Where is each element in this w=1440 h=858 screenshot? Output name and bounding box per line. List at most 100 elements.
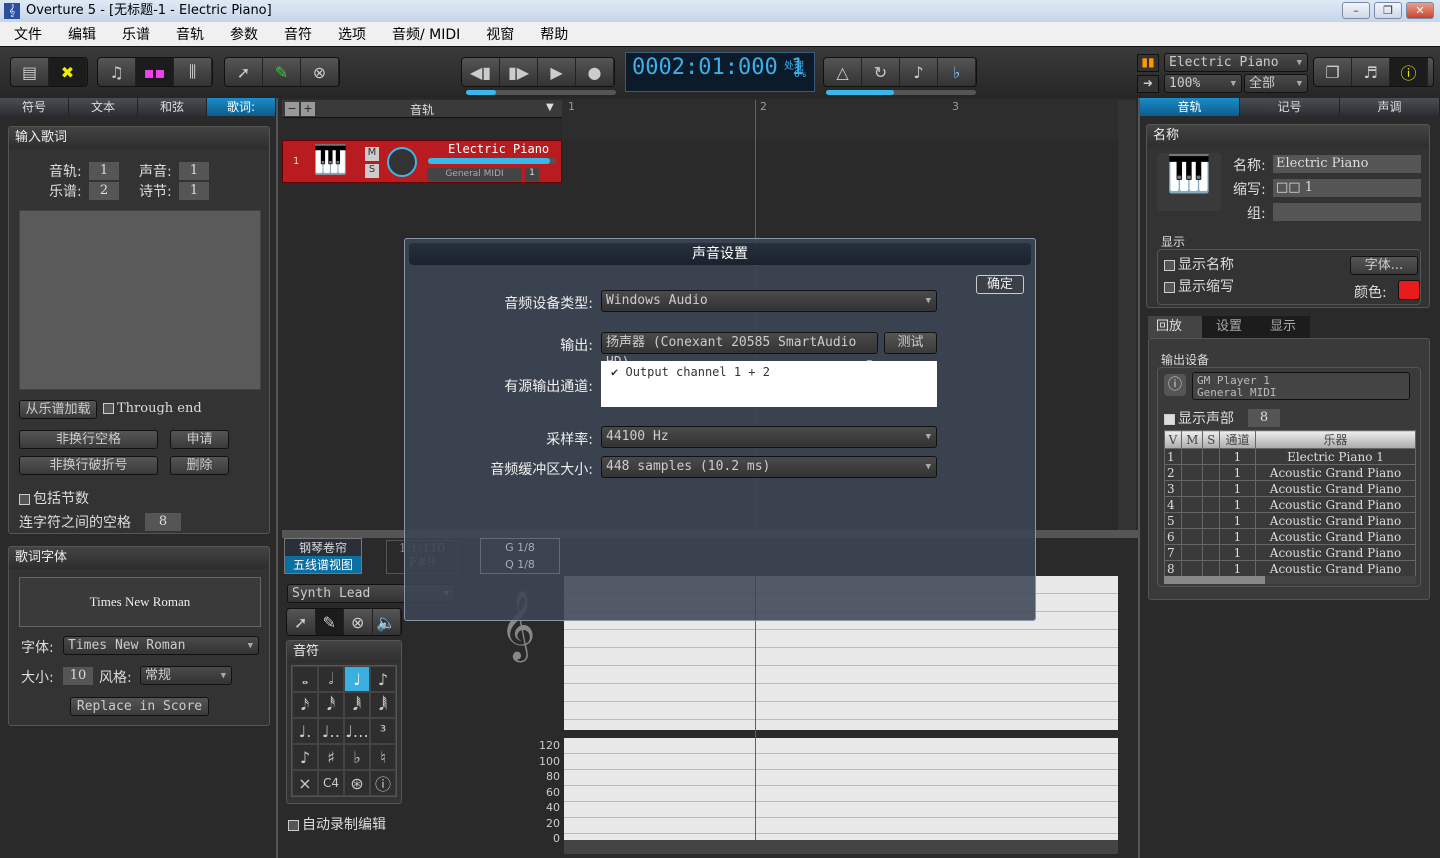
speaker-icon[interactable]: 🔈 bbox=[373, 609, 401, 635]
collapse-icon[interactable]: − bbox=[285, 102, 299, 116]
color-swatch[interactable] bbox=[1398, 280, 1420, 300]
tab-chords[interactable]: 和弦 bbox=[138, 98, 207, 116]
track-channel[interactable]: 1 bbox=[525, 168, 539, 181]
grid-quantize[interactable]: G 1/8 Q 1/8 bbox=[480, 538, 560, 574]
auto-record-checkbox[interactable]: 自动录制编辑 bbox=[288, 814, 386, 834]
position-slider[interactable] bbox=[466, 90, 616, 95]
hyphen-space-field[interactable]: 8 bbox=[145, 513, 181, 531]
mute-button[interactable]: M bbox=[365, 147, 379, 161]
tab-tracks[interactable]: 音轨 bbox=[1140, 98, 1240, 116]
table-row[interactable]: 6 1 Acoustic Grand Piano bbox=[1164, 528, 1416, 545]
table-row[interactable]: 3 1 Acoustic Grand Piano bbox=[1164, 480, 1416, 497]
track-device[interactable]: General MIDI bbox=[427, 168, 522, 181]
piano-roll-icon[interactable]: ▪▪ bbox=[136, 58, 174, 86]
output-dropdown[interactable]: 扬声器 (Conexant 20585 SmartAudio HD) bbox=[601, 332, 878, 373]
midi-icon[interactable]: ⊛ bbox=[344, 770, 370, 796]
arrow-right-icon[interactable]: ➜ bbox=[1137, 75, 1159, 93]
dotted-note-icon[interactable]: ♩. bbox=[292, 718, 318, 744]
select-tool-icon[interactable]: ➚ bbox=[225, 58, 263, 86]
view-scope-dropdown[interactable]: 全部 bbox=[1244, 74, 1308, 93]
info-icon[interactable]: ⓘ bbox=[1390, 58, 1428, 86]
channels-list[interactable]: ✔ Output channel 1 + 2 bbox=[601, 361, 937, 407]
tab-settings[interactable]: 设置 bbox=[1202, 316, 1256, 338]
sharp-icon[interactable]: ♯ bbox=[318, 744, 344, 770]
menu-params[interactable]: 参数 bbox=[230, 24, 258, 44]
tab-key[interactable]: 声调 bbox=[1340, 98, 1440, 116]
triplet-icon[interactable]: ³ bbox=[370, 718, 396, 744]
menu-track[interactable]: 音轨 bbox=[176, 24, 204, 44]
sample-rate-dropdown[interactable]: 44100 Hz bbox=[601, 426, 937, 448]
step-input-icon[interactable]: ♭ bbox=[938, 58, 976, 86]
menu-audio-midi[interactable]: 音频/ MIDI bbox=[392, 24, 460, 44]
horizontal-scrollbar[interactable] bbox=[564, 840, 1118, 854]
delete-button[interactable]: 删除 bbox=[170, 456, 229, 475]
copy-icon[interactable]: ❐ bbox=[1314, 58, 1352, 86]
device-type-dropdown[interactable]: Windows Audio bbox=[601, 290, 937, 312]
abbr-field[interactable]: □□ 1 bbox=[1273, 179, 1421, 197]
nonbreaking-space-button[interactable]: 非换行空格 bbox=[19, 430, 158, 449]
track-row[interactable]: 1 🎹 M S Electric Piano General MIDI 1 bbox=[282, 140, 562, 183]
buffer-size-dropdown[interactable]: 448 samples (10.2 ms) bbox=[601, 456, 937, 478]
minimize-button[interactable]: – bbox=[1342, 2, 1370, 19]
mixer-icon[interactable]: ⫼ bbox=[174, 58, 212, 86]
table-row[interactable]: 4 1 Acoustic Grand Piano bbox=[1164, 496, 1416, 513]
track-list-icon[interactable]: ▮▮ bbox=[1137, 54, 1159, 72]
natural-icon[interactable]: ♮ bbox=[370, 744, 396, 770]
table-row[interactable]: 8 1 Acoustic Grand Piano bbox=[1164, 560, 1416, 577]
table-row[interactable]: 1 1 Electric Piano 1 bbox=[1164, 448, 1416, 465]
table-row[interactable]: 5 1 Acoustic Grand Piano bbox=[1164, 512, 1416, 529]
double-dotted-icon[interactable]: ♩‥ bbox=[318, 718, 344, 744]
velocity-area[interactable] bbox=[564, 738, 1118, 840]
tempo-slider[interactable] bbox=[826, 90, 976, 95]
track-scrollbar[interactable] bbox=[1118, 100, 1136, 530]
name-field[interactable]: Electric Piano bbox=[1273, 155, 1421, 173]
64th-note-icon[interactable]: 𝅘𝅥𝅱 bbox=[344, 692, 370, 718]
menu-score[interactable]: 乐谱 bbox=[122, 24, 150, 44]
checkmark-icon[interactable]: ✔ bbox=[611, 365, 618, 379]
eighth-note-icon[interactable]: ♪ bbox=[370, 666, 396, 692]
show-name-checkbox[interactable]: 显示名称 bbox=[1164, 254, 1234, 274]
include-measures-checkbox[interactable]: 包括节数 bbox=[19, 488, 89, 508]
info-icon[interactable]: ⓘ bbox=[370, 770, 396, 796]
show-voices-checkbox[interactable]: 显示声部 bbox=[1164, 408, 1234, 428]
quarter-note-icon[interactable]: ♩ bbox=[344, 666, 370, 692]
close-button[interactable]: ✕ bbox=[1406, 2, 1434, 19]
select-tool-icon[interactable]: ➚ bbox=[287, 609, 316, 635]
forward-icon[interactable]: ▮▶ bbox=[500, 58, 538, 86]
record-icon[interactable]: ● bbox=[576, 58, 614, 86]
chevron-down-icon[interactable]: ▼ bbox=[546, 102, 554, 113]
zoom-dropdown[interactable]: 100% bbox=[1164, 74, 1242, 93]
palette-icon[interactable]: ▤ bbox=[11, 58, 49, 86]
output-device-display[interactable]: GM Player 1 General MIDI bbox=[1192, 372, 1410, 400]
eraser-tool-icon[interactable]: ⊗ bbox=[344, 609, 373, 635]
through-end-checkbox[interactable]: Through end bbox=[103, 401, 202, 416]
tab-playback[interactable]: 回放 bbox=[1148, 316, 1202, 338]
track-field[interactable]: 1 bbox=[89, 162, 119, 180]
double-sharp-icon[interactable]: × bbox=[292, 770, 318, 796]
restore-button[interactable]: ❐ bbox=[1374, 2, 1402, 19]
tab-marks[interactable]: 记号 bbox=[1240, 98, 1340, 116]
quantize-note-icon[interactable]: ♪ bbox=[900, 58, 938, 86]
lyrics-text-area[interactable] bbox=[19, 210, 261, 390]
32nd-note-icon[interactable]: 𝅘𝅥𝅰 bbox=[318, 692, 344, 718]
staff-field[interactable]: 2 bbox=[89, 182, 119, 200]
table-row[interactable]: 7 1 Acoustic Grand Piano bbox=[1164, 544, 1416, 561]
font-button[interactable]: 字体... bbox=[1350, 256, 1418, 275]
score-file-icon[interactable]: ♬ bbox=[1352, 58, 1390, 86]
tab-symbols[interactable]: 符号 bbox=[0, 98, 69, 116]
solo-button[interactable]: S bbox=[365, 164, 379, 178]
font-dropdown[interactable]: Times New Roman bbox=[63, 636, 259, 655]
menu-file[interactable]: 文件 bbox=[14, 24, 42, 44]
sixteenth-note-icon[interactable]: 𝅘𝅥𝅯 bbox=[292, 692, 318, 718]
metronome-icon[interactable]: △ bbox=[824, 58, 862, 86]
pan-knob[interactable] bbox=[387, 147, 417, 177]
group-field[interactable] bbox=[1273, 203, 1421, 221]
loop-icon[interactable]: ↻ bbox=[862, 58, 900, 86]
tab-staff-view[interactable]: 五线谱视图 bbox=[285, 556, 361, 573]
grace-note-icon[interactable]: ♪ bbox=[292, 744, 318, 770]
table-scrollbar[interactable] bbox=[1164, 576, 1416, 584]
note-name-field[interactable]: C4 bbox=[318, 770, 344, 796]
tab-text[interactable]: 文本 bbox=[69, 98, 138, 116]
tools-icon[interactable]: ✖ bbox=[49, 58, 87, 86]
tab-display[interactable]: 显示 bbox=[1256, 316, 1310, 338]
